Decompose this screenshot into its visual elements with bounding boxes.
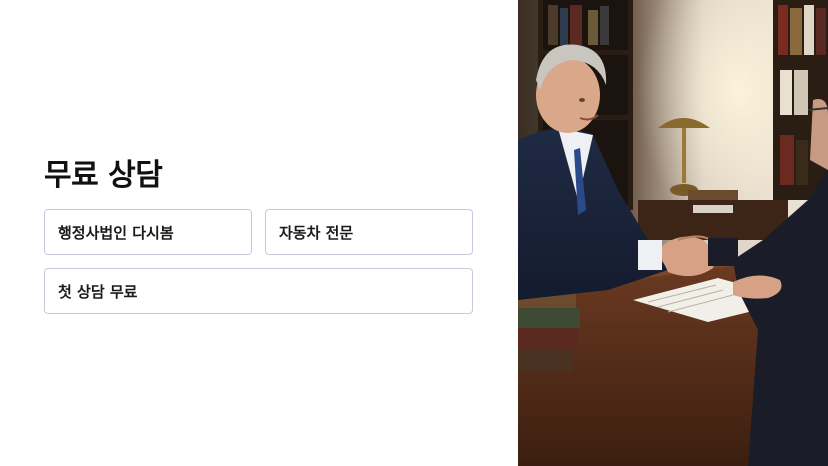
- tag-automotive-specialty[interactable]: 자동차 전문: [265, 209, 473, 255]
- page-title: 무료 상담: [44, 158, 163, 193]
- content-panel: 무료 상담 행정사법인 다시봄 자동차 전문 첫 상담 무료: [0, 0, 518, 466]
- tag-firm-name[interactable]: 행정사법인 다시봄: [44, 209, 252, 255]
- tag-free-first-consultation[interactable]: 첫 상담 무료: [44, 268, 473, 314]
- handshake-photo-illustration: [518, 0, 828, 466]
- consultation-photo: [518, 0, 828, 466]
